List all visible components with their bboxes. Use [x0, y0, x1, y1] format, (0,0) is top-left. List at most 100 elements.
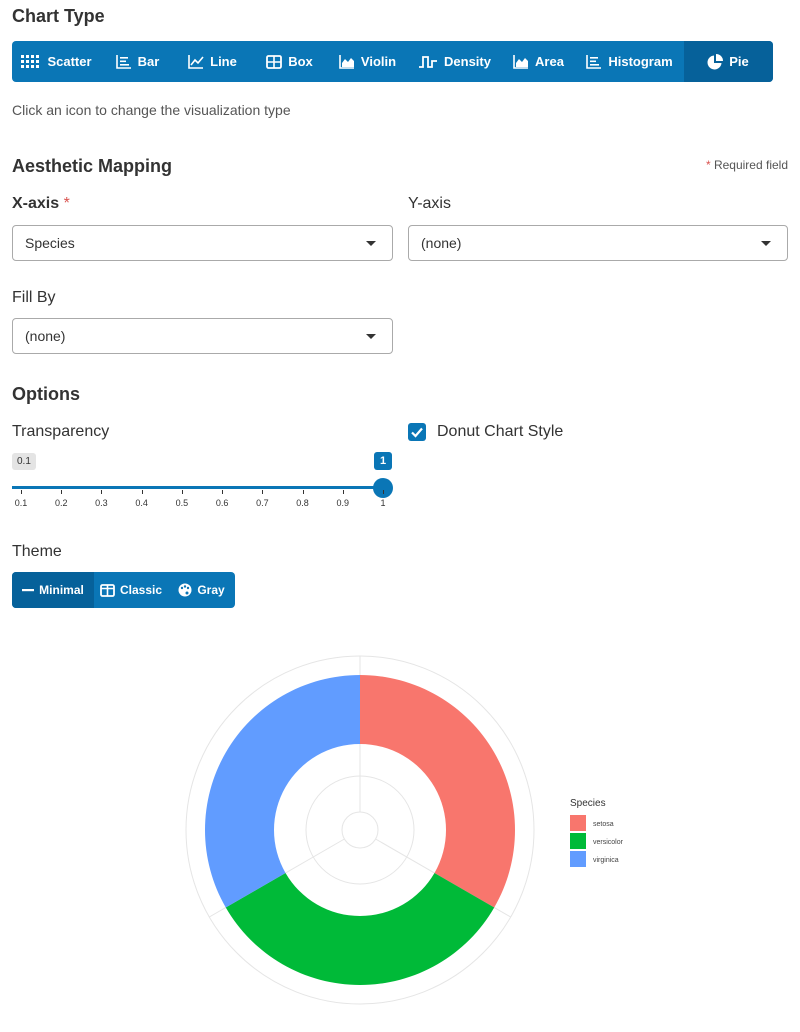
- slider-tick: [383, 490, 384, 494]
- slider-tick: [101, 490, 103, 494]
- fill-by-select-value: (none): [25, 328, 66, 344]
- legend-title: Species: [570, 798, 606, 809]
- line-label: Line: [210, 54, 237, 69]
- donut-slice-virginica: [205, 675, 360, 908]
- theme-minimal-label: Minimal: [39, 583, 84, 597]
- scatter-label: Scatter: [47, 54, 92, 69]
- area-label: Area: [535, 54, 564, 69]
- slider-tick-label: 0.3: [95, 498, 108, 508]
- x-axis-label: X-axis *: [12, 195, 70, 213]
- transparency-slider-track[interactable]: [12, 486, 383, 489]
- histogram-label: Histogram: [608, 54, 673, 69]
- slider-tick: [181, 490, 183, 494]
- slider-min-badge: 0.1: [12, 453, 36, 470]
- density-icon: [419, 55, 438, 68]
- line-button[interactable]: Line: [174, 41, 252, 82]
- slider-tick-label: 0.5: [175, 498, 189, 508]
- columns-icon: [100, 583, 115, 597]
- required-note-text: Required field: [713, 158, 788, 172]
- donut-checkbox-label: Donut Chart Style: [437, 423, 564, 440]
- violin-button[interactable]: Violin: [328, 41, 408, 82]
- donut-chart: Species setosa versicolor virginica: [185, 655, 624, 1005]
- slider-tick-label: 0.4: [135, 498, 148, 508]
- chart-type-toolbar: Scatter Bar Line Box Violin Density Area…: [12, 41, 773, 82]
- scatter-button[interactable]: Scatter: [12, 41, 102, 82]
- bar-button[interactable]: Bar: [102, 41, 174, 82]
- options-title: Options: [12, 384, 80, 404]
- theme-classic-label: Classic: [119, 583, 163, 597]
- slider-value-badge: 1: [374, 452, 393, 470]
- palette-icon: [178, 583, 192, 597]
- slider-tick: [262, 490, 264, 494]
- bar-chart-icon: [115, 54, 131, 69]
- line-chart-icon: [188, 54, 204, 69]
- fill-by-label: Fill By: [12, 289, 56, 306]
- y-axis-select[interactable]: (none): [408, 225, 788, 261]
- box-button[interactable]: Box: [252, 41, 328, 82]
- violin-label: Violin: [360, 54, 397, 69]
- density-button[interactable]: Density: [408, 41, 502, 82]
- slider-tick: [222, 490, 224, 494]
- slider-tick: [302, 490, 304, 494]
- donut-slice-setosa: [360, 675, 515, 908]
- scatter-icon: [21, 54, 40, 68]
- violin-icon: [339, 54, 354, 69]
- transparency-slider-handle[interactable]: [373, 478, 393, 498]
- donut-checkbox[interactable]: [408, 423, 426, 441]
- slider-tick: [141, 490, 143, 494]
- legend-label-setosa: setosa: [593, 821, 614, 828]
- slider-tick: [61, 490, 63, 494]
- required-star: *: [705, 158, 711, 172]
- check-icon: [411, 427, 423, 438]
- slider-tick-label: 0.8: [296, 498, 309, 508]
- theme-gray-label: Gray: [197, 583, 225, 597]
- legend-label-virginica: virginica: [593, 857, 619, 864]
- legend-swatch-setosa: [570, 815, 586, 831]
- box-plot-icon: [266, 54, 283, 69]
- aesthetic-mapping-title: Aesthetic Mapping: [12, 156, 173, 176]
- pie-button[interactable]: Pie: [684, 41, 773, 82]
- area-chart-icon: [513, 54, 529, 69]
- theme-classic-button[interactable]: Classic: [94, 572, 168, 608]
- legend-swatch-versicolor: [570, 833, 586, 849]
- histogram-icon: [586, 54, 602, 69]
- minus-icon: [22, 589, 35, 592]
- slider-tick-label: 0.1: [14, 498, 28, 508]
- pie-chart-icon: [707, 53, 724, 69]
- chart-type-title: Chart Type: [12, 6, 105, 26]
- chart-slices: [205, 675, 515, 985]
- theme-toolbar: Minimal Classic Gray: [12, 572, 235, 608]
- density-label: Density: [444, 54, 491, 69]
- theme-label: Theme: [12, 543, 62, 560]
- slider-tick-label: 1: [380, 498, 386, 508]
- fill-by-select[interactable]: (none): [12, 318, 393, 354]
- slider-tick-label: 0.6: [215, 498, 229, 508]
- transparency-label: Transparency: [12, 423, 110, 440]
- slider-tick: [21, 490, 22, 494]
- slider-tick: [342, 490, 344, 494]
- chevron-down-icon: [761, 241, 771, 246]
- box-label: Box: [288, 54, 313, 69]
- x-axis-label-text: X-axis: [12, 195, 60, 212]
- slider-tick-label: 0.7: [256, 498, 269, 508]
- donut-slice-versicolor: [225, 873, 495, 985]
- bar-label: Bar: [137, 54, 160, 69]
- required-field-note: * Required field: [706, 158, 788, 172]
- grid-circle: [341, 811, 379, 849]
- slider-tick-label: 0.2: [54, 498, 68, 508]
- y-axis-select-value: (none): [421, 235, 462, 251]
- legend-label-versicolor: versicolor: [593, 839, 624, 846]
- y-axis-label: Y-axis: [408, 195, 451, 212]
- x-axis-select-value: Species: [25, 235, 75, 251]
- histogram-button[interactable]: Histogram: [576, 41, 684, 82]
- area-button[interactable]: Area: [502, 41, 576, 82]
- theme-gray-button[interactable]: Gray: [168, 572, 235, 608]
- pie-label: Pie: [729, 54, 749, 69]
- chevron-down-icon: [366, 334, 376, 339]
- chart-legend: Species setosa versicolor virginica: [570, 798, 624, 867]
- chevron-down-icon: [366, 241, 376, 246]
- slider-tick-label: 0.9: [336, 498, 350, 508]
- theme-minimal-button[interactable]: Minimal: [12, 572, 94, 608]
- legend-swatch-virginica: [570, 851, 586, 867]
- x-axis-select[interactable]: Species: [12, 225, 393, 261]
